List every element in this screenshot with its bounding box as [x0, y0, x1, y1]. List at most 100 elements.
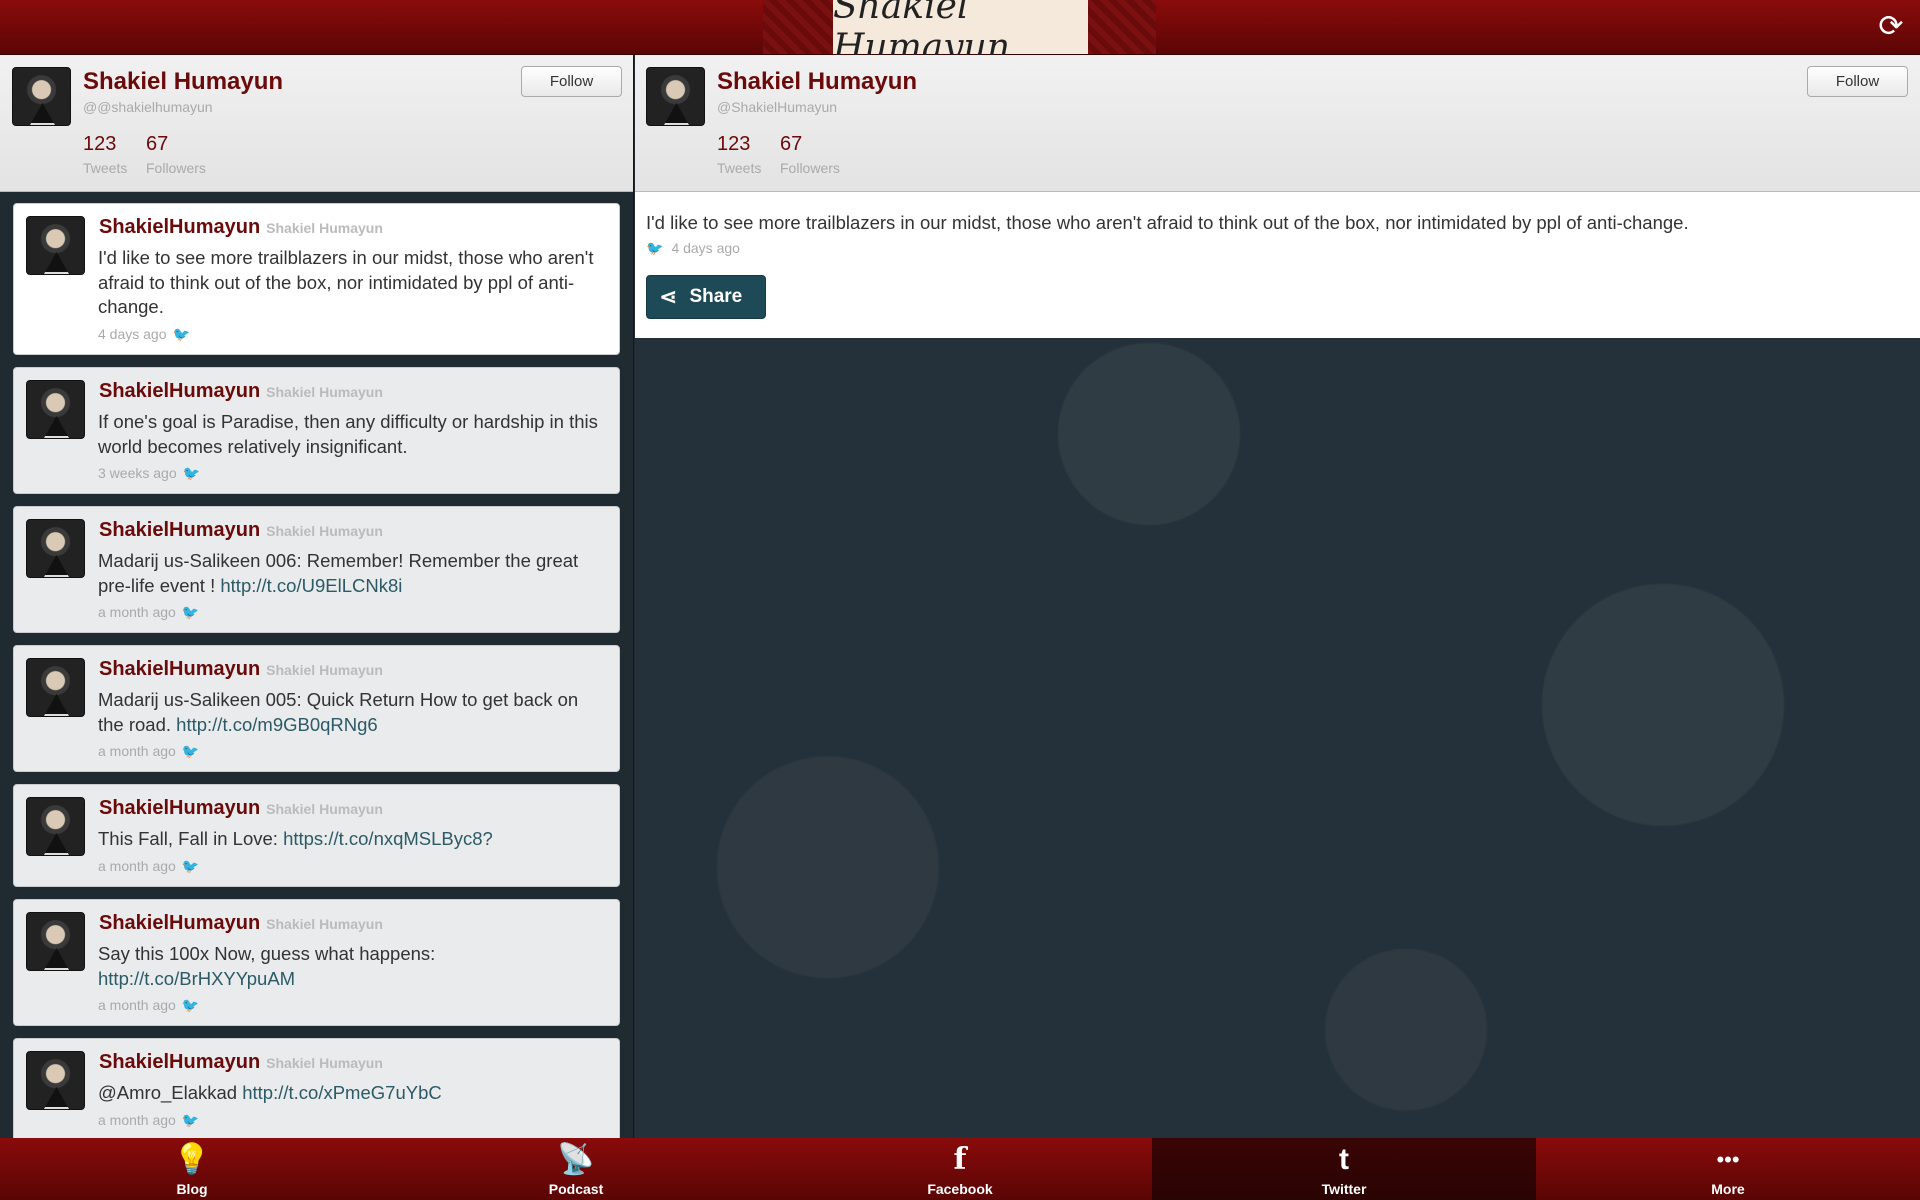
tweet-detail-time-text: 4 days ago [671, 240, 740, 256]
nav-podcast[interactable]: 📡 Podcast [384, 1138, 768, 1200]
tweet-avatar [26, 797, 85, 856]
tweet-avatar [26, 380, 85, 439]
profile-handle: @@shakielhumayun [83, 99, 213, 115]
tweet-text: I'd like to see more trailblazers in our… [98, 246, 608, 320]
tweet-time-text: a month ago [98, 858, 176, 874]
twitter-bird-icon: 🐦 [172, 326, 190, 342]
tweet-time: 4 days ago 🐦 [98, 326, 190, 343]
nav-more[interactable]: ••• More [1536, 1138, 1920, 1200]
tweet-link[interactable]: http://t.co/m9GB0qRNg6 [176, 714, 378, 735]
satellite-dish-icon: 📡 [557, 1143, 595, 1176]
tweet-time-text: 4 days ago [98, 326, 167, 342]
followers-label: Followers [146, 160, 206, 176]
tweet-text: If one's goal is Paradise, then any diff… [98, 410, 608, 459]
tweet-item[interactable]: ShakielHumayun Shakiel Humayun This Fall,… [13, 784, 620, 887]
tweet-link[interactable]: http://t.co/BrHXYYpuAM [98, 968, 295, 989]
tweet-author: ShakielHumayun [99, 797, 261, 819]
tweet-time-text: a month ago [98, 1112, 176, 1128]
nav-label: Blog [176, 1181, 208, 1197]
twitter-bird-icon: 🐦 [181, 604, 200, 620]
tweet-time: a month ago 🐦 [98, 997, 199, 1014]
app-header: Shakiel Humayun ⟳ [0, 0, 1920, 68]
profile-name: Shakiel Humayun [717, 68, 918, 95]
tweet-item[interactable]: ShakielHumayun Shakiel Humayun @Amro_Elak… [13, 1038, 620, 1138]
followers-count: 67 [146, 133, 169, 155]
tweets-label: Tweets [83, 160, 128, 176]
more-icon: ••• [1716, 1147, 1740, 1172]
tweet-time: a month ago 🐦 [98, 743, 199, 760]
logo-banner: Shakiel Humayun [763, 0, 1156, 68]
bottom-nav: 💡 Blog 📡 Podcast f Facebook t Twitter ••… [0, 1138, 1920, 1200]
tweet-text-body: If one's goal is Paradise, then any diff… [98, 411, 598, 457]
tweet-text: This Fall, Fall in Love: https://t.co/nx… [98, 827, 608, 852]
nav-label: Twitter [1321, 1181, 1367, 1197]
tweet-text-body: Say this 100x Now, guess what happens: [98, 943, 436, 964]
twitter-bird-icon: 🐦 [181, 1112, 200, 1128]
tweet-list: ShakielHumayun Shakiel Humayun I'd like t… [13, 203, 620, 1138]
tweet-author: ShakielHumayun [99, 658, 261, 680]
profile-handle: @ShakielHumayun [717, 99, 838, 115]
tweet-author-sub: Shakiel Humayun [266, 384, 383, 400]
tweet-item[interactable]: ShakielHumayun Shakiel Humayun If one's g… [13, 367, 620, 494]
tweet-text-body: This Fall, Fall in Love: [98, 828, 284, 849]
tweet-time-text: a month ago [98, 743, 176, 759]
avatar[interactable] [12, 67, 71, 126]
share-icon: ⋖ [659, 284, 678, 309]
nav-facebook[interactable]: f Facebook [768, 1138, 1152, 1200]
nav-label: More [1711, 1181, 1745, 1197]
tweet-avatar [26, 912, 85, 971]
tweets-label: Tweets [717, 160, 762, 176]
profile-header: Shakiel Humayun @ShakielHumayun 123 Twee… [635, 55, 1920, 192]
tweet-author: ShakielHumayun [99, 216, 261, 238]
tweet-time: 3 weeks ago 🐦 [98, 465, 200, 482]
tweet-item[interactable]: ShakielHumayun Shakiel Humayun Say this 1… [13, 899, 620, 1026]
tweets-count: 123 [717, 133, 751, 155]
nav-label: Podcast [548, 1181, 604, 1197]
refresh-icon[interactable]: ⟳ [1876, 12, 1906, 42]
tweet-detail: I'd like to see more trailblazers in our… [635, 192, 1920, 338]
avatar[interactable] [646, 67, 705, 126]
tweet-time-text: a month ago [98, 604, 176, 620]
tweet-link[interactable]: http://t.co/xPmeG7uYbC [242, 1082, 441, 1103]
tweet-detail-panel: Shakiel Humayun @ShakielHumayun 123 Twee… [635, 55, 1920, 1138]
tweet-detail-time: 🐦 4 days ago [646, 240, 740, 257]
tweet-author: ShakielHumayun [99, 380, 261, 402]
twitter-bird-icon: 🐦 [181, 858, 200, 874]
tweet-link[interactable]: https://t.co/nxqMSLByc8? [283, 828, 493, 849]
tweet-text-body: @Amro_Elakkad [98, 1082, 243, 1103]
tweet-author-sub: Shakiel Humayun [266, 523, 383, 539]
follow-button[interactable]: Follow [1807, 66, 1908, 97]
share-button[interactable]: ⋖ Share [646, 275, 766, 319]
followers-label: Followers [780, 160, 840, 176]
tweet-author-sub: Shakiel Humayun [266, 916, 383, 932]
tweet-author: ShakielHumayun [99, 1051, 261, 1073]
tweet-author-sub: Shakiel Humayun [266, 801, 383, 817]
share-label: Share [689, 286, 743, 307]
tweet-link[interactable]: http://t.co/U9ElLCNk8i [220, 575, 402, 596]
tweet-text: Madarij us-Salikeen 005: Quick Return Ho… [98, 688, 608, 737]
nav-blog[interactable]: 💡 Blog [0, 1138, 384, 1200]
twitter-bird-icon: 🐦 [182, 465, 201, 481]
tweet-avatar [26, 216, 85, 275]
logo: Shakiel Humayun [833, 0, 1088, 68]
tweet-time-text: a month ago [98, 997, 176, 1013]
tweet-item[interactable]: ShakielHumayun Shakiel Humayun Madarij us… [13, 506, 620, 633]
tweet-avatar [26, 519, 85, 578]
tweet-item[interactable]: ShakielHumayun Shakiel Humayun I'd like t… [13, 203, 620, 355]
tweets-count: 123 [83, 133, 117, 155]
nav-twitter[interactable]: t Twitter [1152, 1138, 1536, 1200]
tweet-text: @Amro_Elakkad http://t.co/xPmeG7uYbC [98, 1081, 608, 1106]
tweet-text-body: I'd like to see more trailblazers in our… [98, 247, 594, 317]
nav-label: Facebook [927, 1181, 993, 1197]
tweet-item[interactable]: ShakielHumayun Shakiel Humayun Madarij us… [13, 645, 620, 772]
tweet-author: ShakielHumayun [99, 912, 261, 934]
follow-button[interactable]: Follow [521, 66, 622, 97]
twitter-bird-icon: 🐦 [646, 240, 664, 256]
tweet-avatar [26, 1051, 85, 1110]
tweet-list-panel: Shakiel Humayun @@shakielhumayun 123 Twe… [0, 55, 634, 1138]
twitter-bird-icon: 🐦 [181, 997, 200, 1013]
tweet-detail-text: I'd like to see more trailblazers in our… [646, 212, 1689, 233]
tweet-author-sub: Shakiel Humayun [266, 220, 383, 236]
lightbulb-icon: 💡 [173, 1143, 211, 1176]
tweet-avatar [26, 658, 85, 717]
